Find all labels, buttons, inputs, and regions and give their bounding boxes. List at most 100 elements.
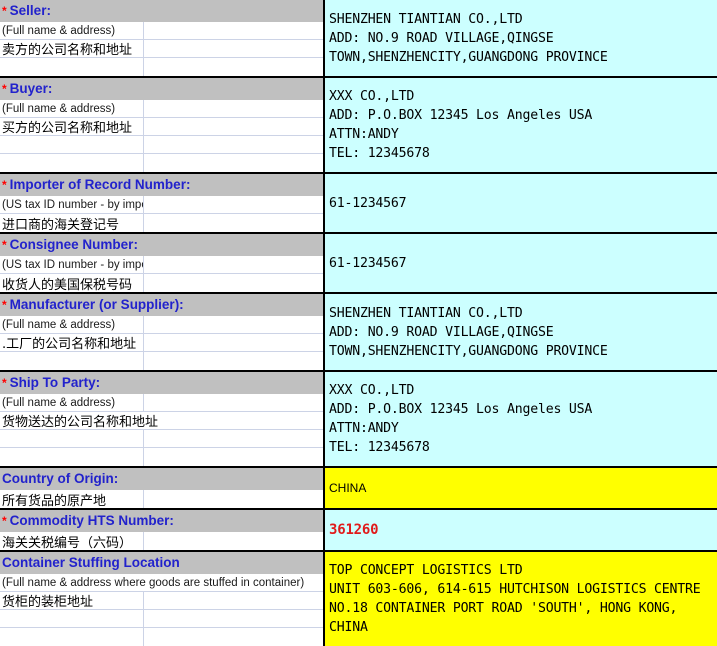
chinese-label-cell: 进口商的海关登记号 [0, 214, 144, 232]
value-line: ADD: NO.9 ROAD VILLAGE,QINGSE [329, 30, 554, 46]
chinese-label-cell: 买方的公司名称和地址 [0, 118, 144, 135]
blank-input-cell[interactable] [144, 196, 323, 213]
blank-input-cell[interactable] [0, 448, 144, 466]
blank-input-cell[interactable] [144, 316, 323, 333]
value-cell-commodity-hts-number[interactable]: 361260 [325, 510, 717, 550]
blank-input-cell[interactable] [0, 610, 144, 627]
chinese-label-row: 卖方的公司名称和地址 [0, 40, 323, 58]
blank-input-cell[interactable] [144, 430, 323, 447]
value-line: UNIT 603-606, 614-615 HUTCHISON LOGISTIC… [329, 582, 701, 597]
blank-input-cell[interactable] [0, 352, 144, 370]
section-title-cell: * Manufacturer (or Supplier): [0, 294, 323, 315]
english-hint-text: (Full name & address where goods are stu… [2, 576, 305, 589]
value-cell-manufacturer-or-supplier[interactable]: SHENZHEN TIANTIAN CO.,LTD ADD: NO.9 ROAD … [325, 294, 717, 370]
english-hint-row: (US tax ID number - by importer) [0, 256, 323, 274]
label-column-container-stuffing-location: Container Stuffing Location (Full name & … [0, 552, 325, 646]
section-title-cell: * Commodity HTS Number: [0, 510, 323, 531]
chinese-label-row: 买方的公司名称和地址 [0, 118, 323, 136]
blank-input-cell[interactable] [144, 448, 323, 466]
section-header-row: Country of Origin: [0, 468, 323, 490]
english-hint-cell: (Full name & address) [0, 316, 144, 333]
blank-input-cell[interactable] [144, 628, 323, 646]
section-title-cell: Country of Origin: [0, 468, 323, 489]
english-hint-cell: (Full name & address) [0, 394, 144, 411]
blank-input-cell[interactable] [144, 214, 323, 232]
blank-input-cell[interactable] [144, 256, 323, 273]
blank-row [0, 448, 323, 466]
section-header-row: * Ship To Party: [0, 372, 323, 394]
english-hint-text: (US tax ID number - by importer) [2, 258, 143, 271]
blank-input-cell[interactable] [144, 352, 323, 370]
required-star-icon: * [2, 513, 7, 528]
blank-input-cell[interactable] [144, 118, 323, 135]
chinese-label-text: 所有货品的原产地 [2, 493, 107, 509]
chinese-label-cell: 卖方的公司名称和地址 [0, 40, 144, 57]
value-line: NO.18 CONTAINER PORT ROAD 'SOUTH', HONG … [329, 601, 678, 616]
blank-input-cell[interactable] [144, 136, 323, 153]
blank-input-cell[interactable] [0, 58, 144, 76]
section-title: Seller: [9, 3, 51, 18]
label-column-ship-to-party: * Ship To Party: (Full name & address) 货物送达… [0, 372, 325, 466]
form-section-container-stuffing-location: Container Stuffing Location (Full name & … [0, 552, 717, 646]
blank-input-cell[interactable] [144, 610, 323, 627]
english-hint-row: (Full name & address) [0, 22, 323, 40]
required-star-icon: * [2, 237, 7, 252]
blank-input-cell[interactable] [144, 58, 323, 76]
blank-input-cell[interactable] [0, 628, 144, 646]
blank-input-cell[interactable] [144, 394, 323, 411]
blank-input-cell[interactable] [0, 430, 144, 447]
blank-row [0, 610, 323, 628]
chinese-label-row: 进口商的海关登记号 [0, 214, 323, 232]
blank-input-cell[interactable] [144, 592, 323, 609]
section-title-cell: Container Stuffing Location [0, 552, 323, 573]
blank-input-cell[interactable] [144, 490, 323, 508]
english-hint-cell: (Full name & address where goods are stu… [0, 574, 323, 591]
value-cell-consignee-number[interactable]: 61-1234567 [325, 234, 717, 292]
english-hint-text: (Full name & address) [2, 24, 116, 37]
blank-input-cell[interactable] [144, 100, 323, 117]
value-line: SHENZHEN TIANTIAN CO.,LTD [329, 11, 523, 27]
section-header-row: * Buyer: [0, 78, 323, 100]
english-hint-text: (Full name & address) [2, 102, 116, 115]
blank-input-cell[interactable] [0, 136, 144, 153]
value-line: CHINA [329, 620, 368, 635]
value-line: ADD: NO.9 ROAD VILLAGE,QINGSE [329, 324, 554, 340]
value-line: TEL: 12345678 [329, 440, 430, 455]
english-hint-row: (Full name & address) [0, 100, 323, 118]
section-title: Consignee Number: [9, 237, 138, 252]
chinese-label-row: 所有货品的原产地 [0, 490, 323, 508]
section-title: Importer of Record Number: [9, 177, 191, 192]
section-title: Container Stuffing Location [2, 555, 180, 570]
section-header-row: * Consignee Number: [0, 234, 323, 256]
chinese-label-row: 货柜的装柜地址 [0, 592, 323, 610]
chinese-label-row: .工厂的公司名称和地址 [0, 334, 323, 352]
form-section-buyer: * Buyer: (Full name & address) 买方的公司名称和地址 XX… [0, 78, 717, 174]
value-cell-ship-to-party[interactable]: XXX CO.,LTD ADD: P.O.BOX 12345 Los Angele… [325, 372, 717, 466]
blank-input-cell[interactable] [144, 532, 323, 550]
required-star-icon: * [2, 297, 7, 312]
chinese-label-text: 卖方的公司名称和地址 [2, 43, 133, 57]
value-cell-container-stuffing-location[interactable]: TOP CONCEPT LOGISTICS LTD UNIT 603-606, 6… [325, 552, 717, 646]
blank-input-cell[interactable] [144, 154, 323, 172]
blank-input-cell[interactable] [144, 40, 323, 57]
value-cell-country-of-origin[interactable]: CHINA [325, 468, 717, 508]
form-section-importer-of-record-number: * Importer of Record Number: (US tax ID nu… [0, 174, 717, 234]
chinese-label-row: 海关关税编号（六码） [0, 532, 323, 550]
chinese-label-text: 货物送达的公司名称和地址 [2, 415, 159, 429]
english-hint-cell: (Full name & address) [0, 22, 144, 39]
value-cell-seller[interactable]: SHENZHEN TIANTIAN CO.,LTD ADD: NO.9 ROAD … [325, 0, 717, 76]
blank-input-cell[interactable] [144, 274, 323, 292]
chinese-label-row: 货物送达的公司名称和地址 [0, 412, 323, 430]
chinese-label-cell: 所有货品的原产地 [0, 490, 144, 508]
blank-input-cell[interactable] [144, 22, 323, 39]
value-line: ATTN:ANDY [329, 127, 399, 142]
label-column-buyer: * Buyer: (Full name & address) 买方的公司名称和地址 [0, 78, 325, 172]
section-title: Manufacturer (or Supplier): [9, 297, 184, 312]
section-title-cell: * Ship To Party: [0, 372, 323, 393]
value-cell-importer-of-record-number[interactable]: 61-1234567 [325, 174, 717, 232]
blank-input-cell[interactable] [0, 154, 144, 172]
value-cell-buyer[interactable]: XXX CO.,LTD ADD: P.O.BOX 12345 Los Angele… [325, 78, 717, 172]
english-hint-row: (Full name & address where goods are stu… [0, 574, 323, 592]
form-section-commodity-hts-number: * Commodity HTS Number: 海关关税编号（六码） 361260 [0, 510, 717, 552]
blank-input-cell[interactable] [144, 334, 323, 351]
